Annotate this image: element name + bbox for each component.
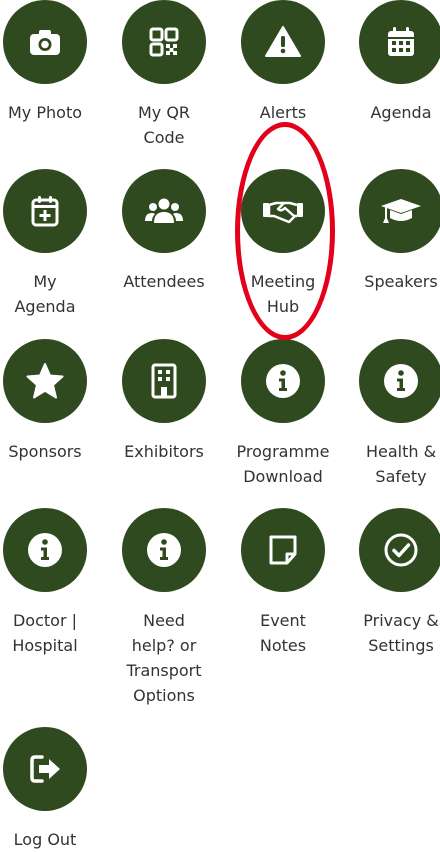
menu-item-exhibitors[interactable]: Exhibitors	[105, 339, 223, 464]
menu-item-event-notes[interactable]: Event Notes	[224, 508, 342, 658]
info-icon	[241, 339, 325, 423]
menu-item-label: My Agenda	[14, 272, 76, 316]
building-icon	[122, 339, 206, 423]
menu-item-label: Agenda	[370, 103, 432, 122]
menu-item-label: Attendees	[123, 272, 205, 291]
menu-item-label: Meeting Hub	[250, 272, 316, 316]
menu-item-label: My Photo	[8, 103, 82, 122]
camera-icon	[3, 0, 87, 84]
calendar-icon	[359, 0, 440, 84]
menu-item-agenda[interactable]: Agenda	[342, 0, 440, 125]
menu-item-need-help-transport[interactable]: Need help? or Transport Options	[105, 508, 223, 708]
menu-item-label: Sponsors	[8, 442, 82, 461]
menu-item-label: Privacy & Settings	[363, 611, 439, 655]
menu-item-label: Programme Download	[236, 442, 330, 486]
menu-item-alerts[interactable]: Alerts	[224, 0, 342, 125]
menu-item-my-qr-code[interactable]: My QR Code	[105, 0, 223, 150]
calendar-plus-icon	[3, 169, 87, 253]
menu-item-programme-download[interactable]: Programme Download	[224, 339, 342, 489]
info-icon	[122, 508, 206, 592]
menu-item-label: Log Out	[13, 830, 77, 849]
star-icon	[3, 339, 87, 423]
sticky-note-icon	[241, 508, 325, 592]
qr-code-icon	[122, 0, 206, 84]
menu-item-label: Alerts	[259, 103, 307, 122]
menu-item-label: My QR Code	[137, 103, 191, 147]
menu-item-label: Doctor | Hospital	[12, 611, 78, 655]
menu-item-health-safety[interactable]: Health & Safety	[342, 339, 440, 489]
sign-out-icon	[3, 727, 87, 811]
menu-item-attendees[interactable]: Attendees	[105, 169, 223, 294]
info-icon	[359, 339, 440, 423]
menu-item-label: Health & Safety	[365, 442, 437, 486]
warning-icon	[241, 0, 325, 84]
menu-item-label: Event Notes	[259, 611, 307, 655]
menu-item-label: Speakers	[364, 272, 438, 291]
handshake-icon	[241, 169, 325, 253]
info-icon	[3, 508, 87, 592]
menu-item-my-photo[interactable]: My Photo	[0, 0, 104, 125]
menu-item-speakers[interactable]: Speakers	[342, 169, 440, 294]
graduation-cap-icon	[359, 169, 440, 253]
menu-item-privacy-settings[interactable]: Privacy & Settings	[342, 508, 440, 658]
check-circle-icon	[359, 508, 440, 592]
menu-item-doctor-hospital[interactable]: Doctor | Hospital	[0, 508, 104, 658]
menu-item-sponsors[interactable]: Sponsors	[0, 339, 104, 464]
menu-item-log-out[interactable]: Log Out	[0, 727, 104, 852]
menu-item-meeting-hub[interactable]: Meeting Hub	[224, 169, 342, 319]
menu-item-label: Need help? or Transport Options	[126, 611, 202, 705]
menu-item-my-agenda[interactable]: My Agenda	[0, 169, 104, 319]
users-icon	[122, 169, 206, 253]
menu-item-label: Exhibitors	[124, 442, 204, 461]
